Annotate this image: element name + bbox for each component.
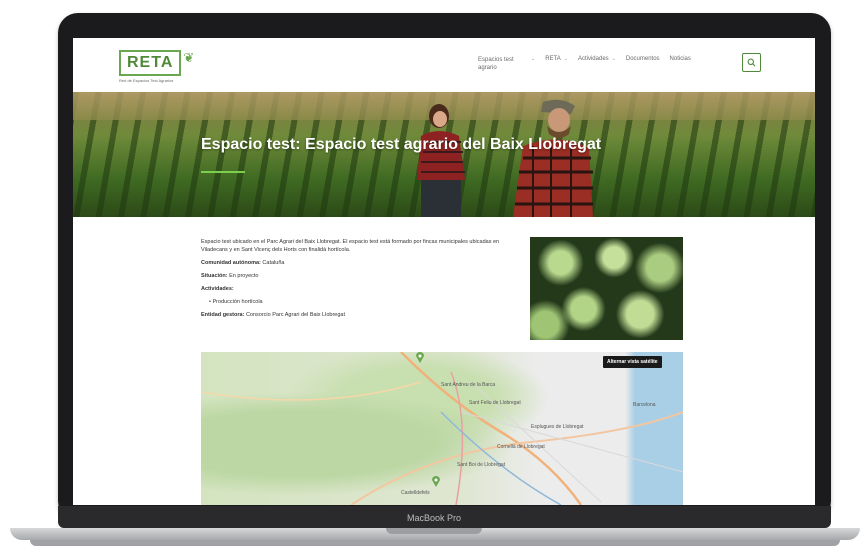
- comunidad-label: Comunidad autónoma:: [201, 260, 261, 266]
- location-map[interactable]: Sant Andreu de la Barca Sant Feliu de Ll…: [201, 352, 683, 505]
- situacion-label: Situación:: [201, 273, 228, 279]
- map-marker-icon[interactable]: [432, 476, 440, 487]
- logo-text: RETA: [119, 50, 182, 76]
- map-label: Sant Feliu de Llobregat: [469, 400, 521, 406]
- lettuce-image: [530, 237, 683, 340]
- satellite-toggle-button[interactable]: Alternar vista satélite: [603, 356, 662, 368]
- actividades-label: Actividades:: [201, 286, 234, 292]
- nav-item-documentos[interactable]: Documentos: [626, 56, 660, 72]
- map-marker-icon[interactable]: [416, 352, 424, 363]
- map-roads: [201, 352, 683, 505]
- entidad-value: Consorcio Parc Agrari del Baix Llobregat: [245, 312, 345, 318]
- nav-item-reta[interactable]: RETA ⌄: [545, 56, 568, 72]
- title-underline: [201, 171, 245, 173]
- situacion-row: Situación: En proyecto: [201, 272, 506, 280]
- space-details: Espacio test ubicado en el Parc Agrari d…: [201, 238, 506, 324]
- actividades-list: • Producción hortícola: [209, 298, 506, 306]
- nav-item-label: Actividades: [577, 56, 609, 62]
- main-nav: Espacios test agrario ⌄ RETA ⌄ Actividade…: [478, 56, 691, 72]
- list-item: • Producción hortícola: [209, 299, 263, 305]
- map-label: Sant Andreu de la Barca: [441, 382, 496, 388]
- browser-screen: RETA ❦ Red de Espacios Test Agrarios Espa…: [73, 38, 815, 505]
- map-label: Cornellà de Llobregat: [497, 444, 545, 450]
- chevron-down-icon: ⌄: [531, 56, 536, 62]
- leaf-icon: ❦: [183, 50, 195, 65]
- hero-banner: Espacio test: Espacio test agrario del B…: [73, 92, 815, 217]
- nav-item-actividades[interactable]: Actividades ⌄: [578, 56, 616, 72]
- nav-item-label: Espacios test agrario: [478, 57, 514, 71]
- map-label: Esplugues de Llobregat: [531, 424, 584, 430]
- comunidad-row: Comunidad autónoma: Cataluña: [201, 259, 506, 267]
- farmer-woman-image: [417, 104, 465, 217]
- laptop-shadow: [30, 540, 840, 546]
- map-label: Castelldefels: [401, 490, 430, 496]
- farmer-man-image: [513, 99, 593, 217]
- search-icon: [747, 58, 756, 67]
- laptop-notch: [386, 528, 482, 534]
- logo-subtitle: Red de Espacios Test Agrarios: [119, 78, 174, 83]
- map-label: Barcelona: [633, 402, 656, 408]
- nav-item-label: Documentos: [625, 56, 660, 62]
- nav-item-label: Noticias: [669, 56, 691, 62]
- map-label: Sant Boi de Llobregat: [457, 462, 506, 468]
- device-label: MacBook Pro: [406, 513, 462, 523]
- entidad-label: Entidad gestora:: [201, 312, 245, 318]
- site-header: RETA ❦ Red de Espacios Test Agrarios Espa…: [73, 38, 815, 92]
- nav-item-label: RETA: [545, 56, 561, 62]
- chevron-down-icon: ⌄: [563, 56, 568, 62]
- nav-item-noticias[interactable]: Noticias: [670, 56, 691, 72]
- site-logo[interactable]: RETA ❦ Red de Espacios Test Agrarios: [119, 50, 194, 83]
- actividades-row: Actividades:: [201, 285, 506, 293]
- comunidad-value: Cataluña: [262, 260, 285, 266]
- nav-item-espacios[interactable]: Espacios test agrario: [478, 56, 518, 72]
- chevron-down-icon: ⌄: [611, 56, 616, 62]
- entidad-row: Entidad gestora: Consorcio Parc Agrari d…: [201, 311, 506, 319]
- page-title: Espacio test: Espacio test agrario del B…: [201, 136, 602, 153]
- space-description: Espacio test ubicado en el Parc Agrari d…: [201, 239, 500, 253]
- situacion-value: En proyecto: [229, 273, 259, 279]
- actividad-label: Producción hortícola: [212, 299, 263, 305]
- search-button[interactable]: [742, 53, 761, 72]
